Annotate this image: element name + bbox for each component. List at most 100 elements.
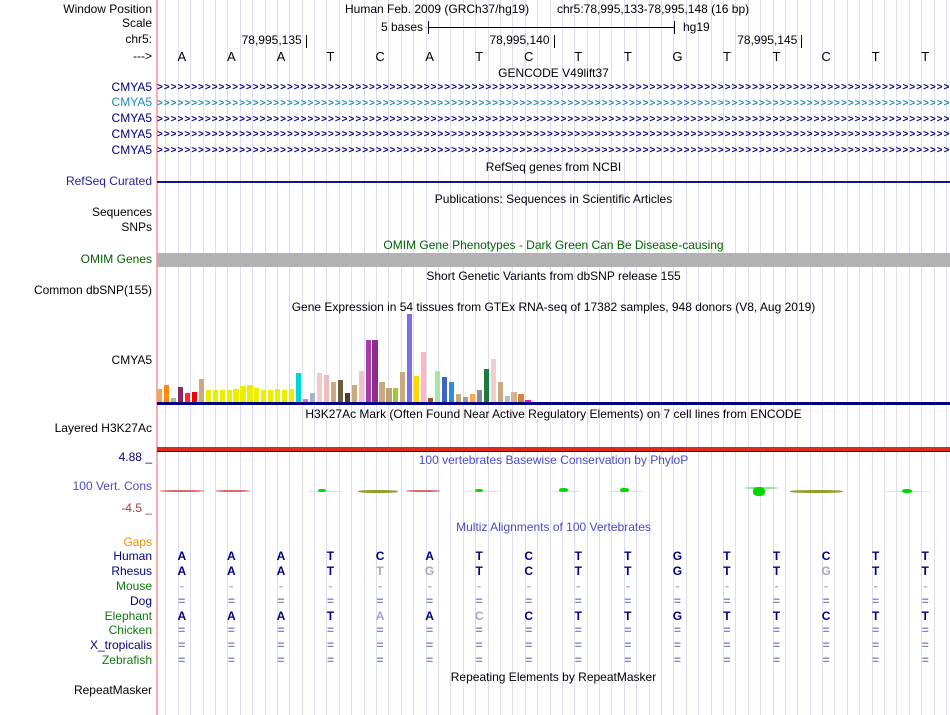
alignment-cell: =: [801, 624, 851, 637]
gtex-tissue-bar[interactable]: [254, 388, 259, 402]
multiz-label-gaps[interactable]: Gaps: [123, 536, 152, 549]
alignment-cell: A: [256, 550, 306, 563]
gtex-tissue-bar[interactable]: [372, 340, 377, 402]
multiz-label-dog[interactable]: Dog: [130, 595, 152, 608]
gtex-tissue-bar[interactable]: [511, 392, 516, 402]
multiz-label-chicken[interactable]: Chicken: [109, 624, 152, 637]
base-letter: T: [851, 50, 901, 64]
multiz-track-title: Multiz Alignments of 100 Vertebrates: [157, 521, 950, 534]
scale-bar-line: [428, 27, 675, 28]
gencode-label-2[interactable]: CMYA5: [112, 112, 152, 125]
base-letter: T: [702, 50, 752, 64]
repeatmasker-label[interactable]: RepeatMasker: [74, 684, 152, 697]
gtex-tissue-bar[interactable]: [220, 390, 225, 402]
sequences-label[interactable]: Sequences: [92, 206, 152, 219]
gtex-tissue-bar[interactable]: [491, 359, 496, 402]
multiz-label-human[interactable]: Human: [113, 550, 152, 563]
gencode-track-title: GENCODE V49lift37: [157, 67, 950, 80]
omim-genes-label[interactable]: OMIM Genes: [81, 253, 152, 266]
gtex-tissue-bar[interactable]: [233, 389, 238, 402]
refseq-curated-label[interactable]: RefSeq Curated: [66, 175, 152, 188]
gtex-tissue-bar[interactable]: [449, 382, 454, 402]
gtex-tissue-bar[interactable]: [261, 390, 266, 402]
gtex-tissue-bar[interactable]: [289, 389, 294, 402]
gencode-transcript-row[interactable]: >>>>>>>>>>>>>>>>>>>>>>>>>>>>>>>>>>>>>>>>…: [157, 145, 950, 156]
gencode-label-4[interactable]: CMYA5: [112, 144, 152, 157]
alignment-cell: -: [801, 580, 851, 593]
gtex-tissue-bar[interactable]: [386, 388, 391, 402]
gtex-tissue-bar[interactable]: [338, 380, 343, 402]
omim-gene-item[interactable]: [157, 253, 950, 267]
alignment-cell: =: [504, 624, 554, 637]
gtex-tissue-bar[interactable]: [359, 371, 364, 402]
gencode-transcript-row[interactable]: >>>>>>>>>>>>>>>>>>>>>>>>>>>>>>>>>>>>>>>>…: [157, 98, 950, 109]
gtex-tissue-bar[interactable]: [442, 377, 447, 402]
gtex-tissue-bar[interactable]: [227, 390, 232, 402]
gtex-tissue-bar[interactable]: [414, 376, 419, 402]
strand-direction-label: --->: [133, 50, 152, 63]
alignment-cell: =: [256, 624, 306, 637]
alignment-cell: -: [702, 580, 752, 593]
gtex-tissue-bar[interactable]: [240, 386, 245, 402]
common-dbsnp-label[interactable]: Common dbSNP(155): [34, 284, 152, 297]
gtex-tissue-bar[interactable]: [484, 369, 489, 402]
gtex-tissue-bar[interactable]: [400, 372, 405, 402]
gtex-tissue-bar[interactable]: [164, 385, 169, 402]
gtex-tissue-bar[interactable]: [268, 390, 273, 402]
alignment-cell: -: [603, 580, 653, 593]
layered-h3k27ac-label[interactable]: Layered H3K27Ac: [55, 422, 152, 435]
gtex-tissue-bar[interactable]: [470, 394, 475, 402]
multiz-label-rhesus[interactable]: Rhesus: [111, 565, 152, 578]
gtex-tissue-bar[interactable]: [310, 393, 315, 402]
alignment-cell: T: [900, 550, 950, 563]
gtex-tissue-bar[interactable]: [282, 390, 287, 402]
gtex-tissue-bar[interactable]: [296, 373, 301, 402]
gtex-tissue-bar[interactable]: [247, 385, 252, 402]
conservation-mark: [216, 490, 250, 492]
gtex-tissue-bar[interactable]: [407, 314, 412, 402]
gtex-gene-label[interactable]: CMYA5: [112, 354, 152, 367]
multiz-label-elephant[interactable]: Elephant: [105, 610, 152, 623]
gencode-transcript-row[interactable]: >>>>>>>>>>>>>>>>>>>>>>>>>>>>>>>>>>>>>>>>…: [157, 129, 950, 140]
gtex-tissue-bar[interactable]: [393, 388, 398, 402]
alignment-cell: T: [851, 610, 901, 623]
snps-label[interactable]: SNPs: [121, 221, 152, 234]
multiz-label-zebrafish[interactable]: Zebrafish: [102, 654, 152, 667]
gtex-tissue-bar[interactable]: [498, 382, 503, 402]
gtex-tissue-bar[interactable]: [275, 389, 280, 402]
gtex-tissue-bar[interactable]: [199, 379, 204, 402]
multiz-label-xtropicalis[interactable]: X_tropicalis: [90, 639, 152, 652]
gtex-tissue-bar[interactable]: [317, 373, 322, 402]
alignment-cell: T: [851, 550, 901, 563]
genome-browser-image[interactable]: Human Feb. 2009 (GRCh37/hg19) chr5:78,99…: [0, 0, 950, 715]
gtex-tissue-bar[interactable]: [157, 389, 162, 402]
gtex-tissue-bar[interactable]: [213, 390, 218, 402]
gencode-label-1[interactable]: CMYA5: [112, 96, 152, 109]
refseq-curated-item[interactable]: [157, 181, 950, 183]
gtex-tissue-bar[interactable]: [518, 394, 523, 402]
gtex-tissue-bar[interactable]: [178, 387, 183, 402]
assembly-tag: hg19: [683, 21, 710, 34]
gtex-tissue-bar[interactable]: [345, 393, 350, 402]
gencode-label-0[interactable]: CMYA5: [112, 81, 152, 94]
conservation-mark: [160, 490, 204, 492]
gtex-tissue-bar[interactable]: [324, 375, 329, 402]
gtex-tissue-bar[interactable]: [477, 390, 482, 402]
vert-cons-label[interactable]: 100 Vert. Cons: [73, 480, 152, 493]
alignment-cell: -: [157, 580, 207, 593]
gencode-transcript-row[interactable]: >>>>>>>>>>>>>>>>>>>>>>>>>>>>>>>>>>>>>>>>…: [157, 82, 950, 93]
gtex-tissue-bar[interactable]: [331, 382, 336, 402]
gtex-tissue-bar[interactable]: [206, 390, 211, 402]
gtex-tissue-bar[interactable]: [192, 392, 197, 402]
gtex-tissue-bar[interactable]: [435, 371, 440, 402]
gtex-tissue-bar[interactable]: [379, 382, 384, 402]
gtex-tissue-bar[interactable]: [366, 340, 371, 402]
gtex-tissue-bar[interactable]: [352, 385, 357, 402]
gencode-label-3[interactable]: CMYA5: [112, 128, 152, 141]
gtex-tissue-bar[interactable]: [456, 394, 461, 402]
gtex-tissue-bar[interactable]: [421, 352, 426, 402]
gencode-transcript-row[interactable]: >>>>>>>>>>>>>>>>>>>>>>>>>>>>>>>>>>>>>>>>…: [157, 114, 950, 125]
multiz-label-mouse[interactable]: Mouse: [116, 580, 152, 593]
gtex-tissue-bar[interactable]: [185, 393, 190, 402]
alignment-cell: A: [355, 610, 405, 623]
